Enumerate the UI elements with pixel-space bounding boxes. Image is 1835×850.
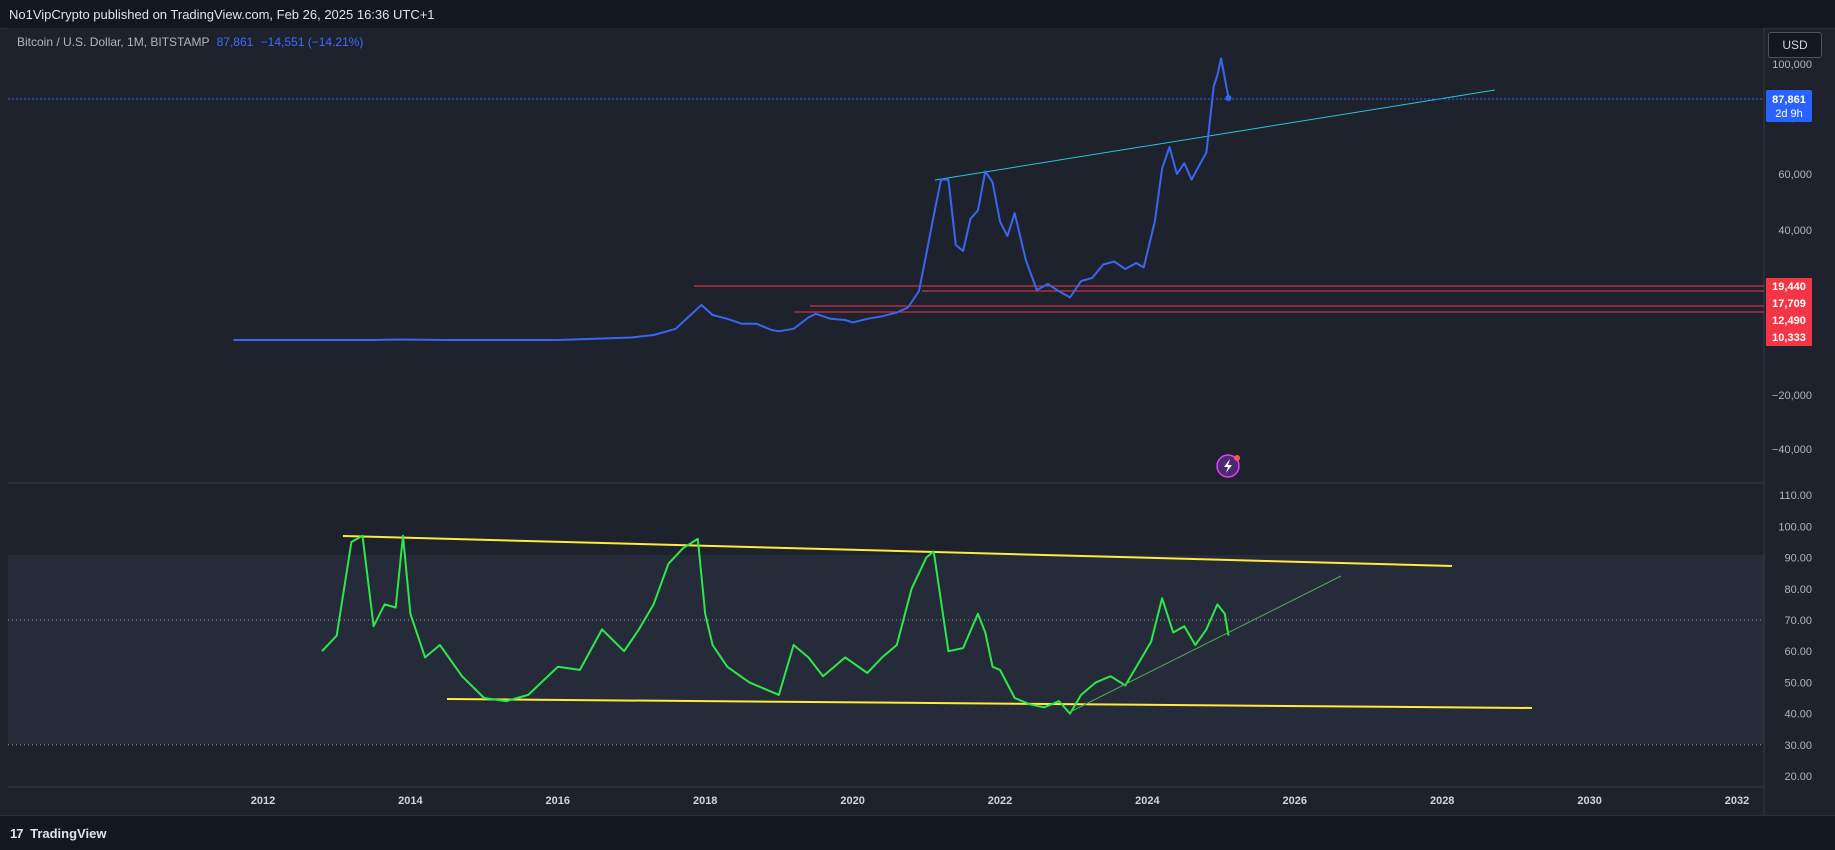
rsi-tick-label: 60.00 <box>1784 646 1812 658</box>
time-tick-label: 2018 <box>693 795 717 807</box>
legend-last-price: 87,861 <box>216 35 254 49</box>
time-tick-label: 2032 <box>1725 795 1749 807</box>
chart-area[interactable]: 100,00060,00040,000−20,000−40,00080,000 … <box>8 28 1835 815</box>
time-tick-label: 2024 <box>1135 795 1160 807</box>
footer-bar: 17 TradingView <box>0 815 1835 850</box>
publish-info: No1VipCrypto published on TradingView.co… <box>9 7 435 22</box>
chart-canvas[interactable]: 100,00060,00040,000−20,000−40,00080,000 … <box>8 28 1835 815</box>
rsi-tick-label: 90.00 <box>1784 553 1812 565</box>
time-tick-label: 2022 <box>988 795 1012 807</box>
rsi-tick-label: 70.00 <box>1784 615 1812 627</box>
legend-change: −14,551 (−14.21%) <box>260 35 364 49</box>
rsi-band-fill <box>8 555 1764 744</box>
support-level-value: 12,490 <box>1772 315 1806 327</box>
rsi-axis-ticks: 110.00 100.00 90.00 80.00 70.00 60.00 50.00 40.… <box>1778 490 1812 783</box>
price-tick-label: −20,000 <box>1772 390 1812 402</box>
lightning-icon[interactable] <box>1216 454 1240 478</box>
price-tick-label: 40,000 <box>1778 225 1812 237</box>
publish-bar: No1VipCrypto published on TradingView.co… <box>0 0 1835 29</box>
last-price-countdown: 2d 9h <box>1775 108 1803 120</box>
tradingview-logo-icon: 17 <box>10 826 24 841</box>
price-badges: 87,861 2d 9h 19,440 17,709 12,490 10,333 <box>1766 90 1812 346</box>
rsi-tick-label: 30.00 <box>1784 740 1812 752</box>
support-level-value: 19,440 <box>1772 281 1806 293</box>
time-tick-label: 2030 <box>1577 795 1601 807</box>
rsi-tick-label: 40.00 <box>1784 709 1812 721</box>
currency-button[interactable]: USD <box>1768 32 1822 58</box>
symbol-legend: Bitcoin / U.S. Dollar, 1M, BITSTAMP 87,8… <box>17 35 363 49</box>
rsi-tick-label: 20.00 <box>1784 771 1812 783</box>
time-tick-label: 2026 <box>1283 795 1307 807</box>
support-level-value: 10,333 <box>1772 332 1806 344</box>
rsi-tick-label: 80.00 <box>1784 584 1812 596</box>
brand-name: TradingView <box>30 826 107 841</box>
rsi-tick-label: 100.00 <box>1778 521 1812 533</box>
price-tick-label: 60,000 <box>1778 169 1812 181</box>
time-tick-label: 2028 <box>1430 795 1454 807</box>
price-tick-label: 100,000 <box>1772 59 1812 71</box>
time-tick-label: 2020 <box>840 795 864 807</box>
last-price-dot <box>1225 94 1232 101</box>
symbol-name: Bitcoin / U.S. Dollar, 1M, BITSTAMP <box>17 35 210 49</box>
time-tick-label: 2014 <box>398 795 423 807</box>
price-tick-label: −40,000 <box>1772 444 1812 456</box>
support-level-value: 17,709 <box>1772 298 1806 310</box>
last-price-badge-value: 87,861 <box>1772 94 1806 106</box>
rsi-tick-label: 50.00 <box>1784 677 1812 689</box>
tradingview-logo[interactable]: 17 TradingView <box>10 826 106 841</box>
rsi-tick-label: 110.00 <box>1779 490 1812 502</box>
time-tick-label: 2016 <box>546 795 570 807</box>
time-tick-label: 2012 <box>251 795 275 807</box>
